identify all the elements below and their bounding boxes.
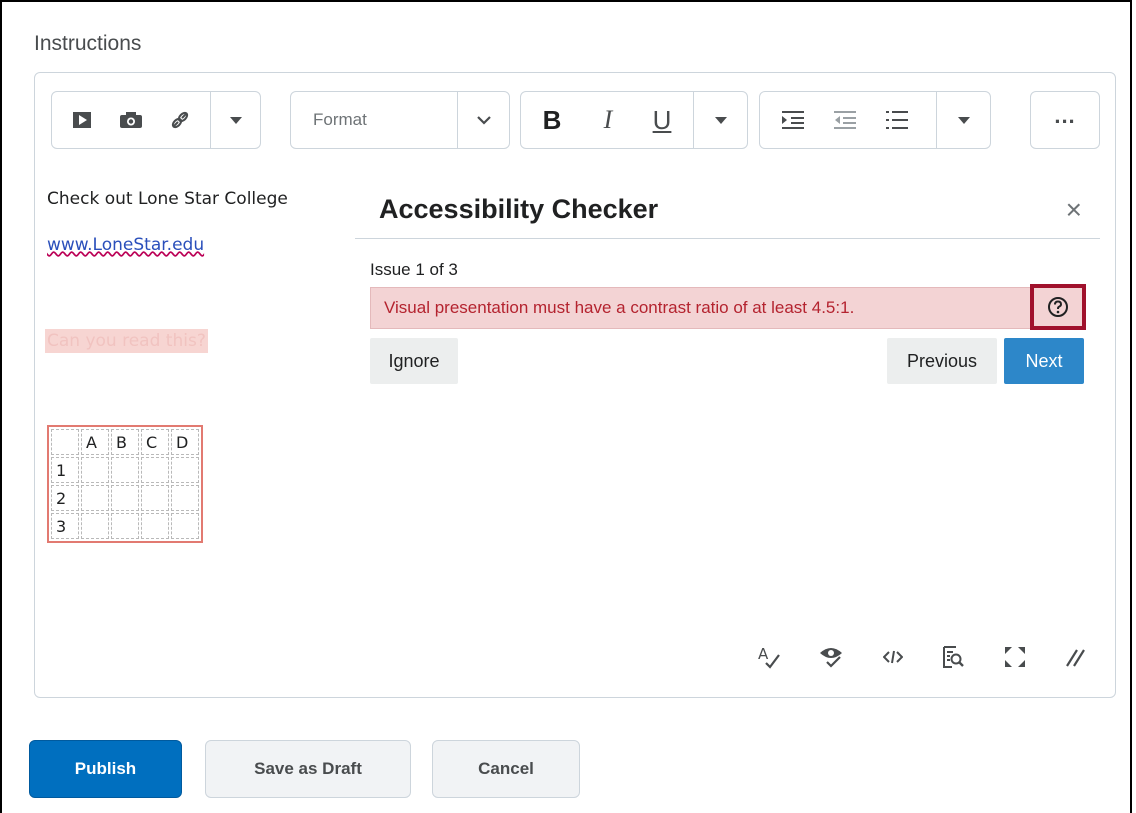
table-cell[interactable]: 1 <box>51 457 79 483</box>
accessibility-checker-panel: Accessibility Checker × Issue 1 of 3 Vis… <box>355 180 1100 400</box>
insert-more-dropdown[interactable] <box>212 92 260 148</box>
close-icon[interactable]: × <box>1066 194 1082 226</box>
table-cell[interactable] <box>81 485 109 511</box>
chevron-down-icon <box>459 92 509 148</box>
help-icon <box>1048 297 1068 317</box>
table-row: 2 <box>51 485 199 511</box>
issue-text: Visual presentation must have a contrast… <box>384 298 855 317</box>
divider <box>355 238 1100 239</box>
table-cell[interactable] <box>171 457 199 483</box>
content-line-1: Check out Lone Star College <box>47 189 288 209</box>
more-actions-button[interactable]: ... <box>1030 91 1100 149</box>
format-select-label: Format <box>313 110 367 129</box>
table-cell[interactable] <box>171 513 199 539</box>
paragraph-more-dropdown[interactable] <box>938 92 990 148</box>
low-contrast-text: Can you read this? <box>45 329 208 353</box>
issue-count: Issue 1 of 3 <box>370 260 458 279</box>
outdent-icon[interactable] <box>828 92 862 148</box>
table-row: 1 <box>51 457 199 483</box>
svg-text:A: A <box>758 645 769 663</box>
checker-title: Accessibility Checker <box>379 194 659 224</box>
bold-button[interactable]: B <box>535 92 569 148</box>
table-cell[interactable]: D <box>171 429 199 455</box>
insert-link-icon[interactable] <box>160 92 200 148</box>
next-button[interactable]: Next <box>1004 338 1084 384</box>
text-more-dropdown[interactable] <box>695 92 747 148</box>
more-icon: ... <box>1054 103 1076 128</box>
table-cell[interactable] <box>111 457 139 483</box>
cancel-button[interactable]: Cancel <box>432 740 580 798</box>
table-cell[interactable] <box>111 513 139 539</box>
fullscreen-icon[interactable] <box>997 639 1033 675</box>
help-button[interactable] <box>1030 284 1086 330</box>
spellcheck-icon[interactable]: A <box>751 639 787 675</box>
resize-handle-icon[interactable] <box>1057 639 1093 675</box>
previous-button[interactable]: Previous <box>887 338 997 384</box>
toolbar-paragraph-group <box>759 91 991 149</box>
source-code-icon[interactable] <box>875 639 911 675</box>
insert-video-icon[interactable] <box>62 92 102 148</box>
table-cell[interactable] <box>141 485 169 511</box>
table-cell[interactable] <box>111 485 139 511</box>
table-cell[interactable]: A <box>81 429 109 455</box>
bullet-list-icon[interactable] <box>880 92 914 148</box>
preview-icon[interactable] <box>935 639 971 675</box>
table-cell[interactable] <box>51 429 79 455</box>
toolbar-insert-group <box>51 91 261 149</box>
table-cell[interactable]: 3 <box>51 513 79 539</box>
table-cell[interactable]: 2 <box>51 485 79 511</box>
italic-button[interactable]: I <box>591 92 625 148</box>
chevron-down-icon <box>958 116 970 124</box>
toolbar-text-group: B I U <box>520 91 748 149</box>
underline-button[interactable]: U <box>645 92 679 148</box>
indent-icon[interactable] <box>776 92 810 148</box>
table-row: A B C D <box>51 429 199 455</box>
content-table: A B C D 1 2 3 <box>47 425 203 543</box>
chevron-down-icon <box>230 116 242 124</box>
insert-image-icon[interactable] <box>110 92 152 148</box>
save-draft-button[interactable]: Save as Draft <box>205 740 411 798</box>
format-select[interactable]: Format <box>290 91 510 149</box>
section-title: Instructions <box>34 32 142 55</box>
table-cell[interactable]: B <box>111 429 139 455</box>
publish-button[interactable]: Publish <box>29 740 182 798</box>
table-row: 3 <box>51 513 199 539</box>
chevron-down-icon <box>715 116 727 124</box>
table-cell[interactable] <box>81 513 109 539</box>
issue-message-box: Visual presentation must have a contrast… <box>370 284 1086 330</box>
table-cell[interactable] <box>141 457 169 483</box>
content-link[interactable]: www.LoneStar.edu <box>47 235 204 255</box>
table-cell[interactable] <box>171 485 199 511</box>
table-cell[interactable] <box>141 513 169 539</box>
ignore-button[interactable]: Ignore <box>370 338 458 384</box>
table-cell[interactable]: C <box>141 429 169 455</box>
accessibility-check-icon[interactable] <box>813 639 849 675</box>
table-cell[interactable] <box>81 457 109 483</box>
